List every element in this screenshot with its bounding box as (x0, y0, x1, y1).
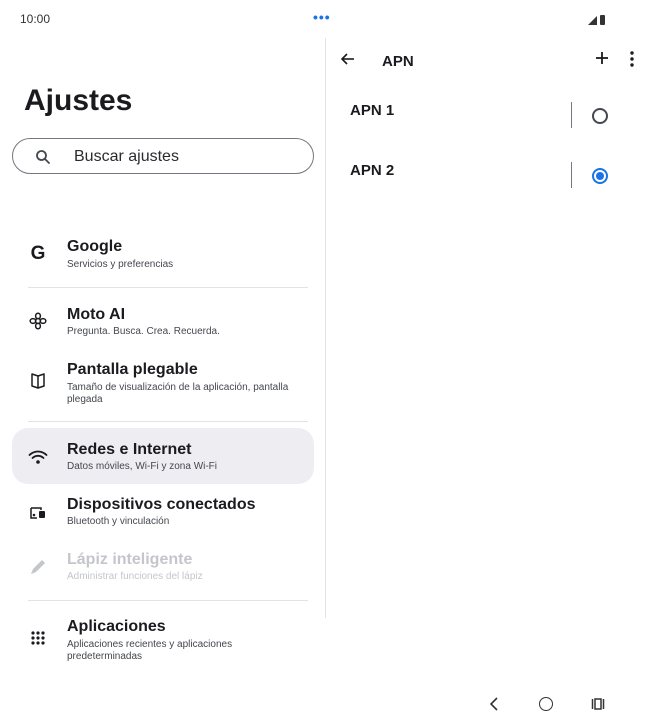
back-arrow-icon[interactable] (340, 51, 356, 67)
apn-name: APN 1 (350, 102, 395, 119)
status-time: 10:00 (20, 12, 51, 26)
search-placeholder: Buscar ajustes (74, 148, 179, 165)
multitask-dots[interactable]: ••• (313, 9, 331, 25)
settings-item-google[interactable]: G Google Servicios y preferencias (12, 232, 314, 278)
settings-item-title: Moto AI (67, 306, 126, 323)
navigation-bar (0, 684, 652, 726)
divider (28, 600, 308, 601)
nav-back-icon[interactable] (487, 696, 501, 712)
settings-item-moto-ai[interactable]: Moto AI Pregunta. Busca. Crea. Recuerda. (12, 300, 314, 346)
add-icon[interactable] (594, 50, 610, 66)
search-input[interactable]: Buscar ajustes (12, 138, 314, 174)
settings-item-network[interactable]: Redes e Internet Datos móviles, Wi-Fi y … (12, 428, 314, 484)
status-bar: 10:00 ••• (0, 0, 652, 38)
settings-item-subtitle: Datos móviles, Wi-Fi y zona Wi-Fi (67, 461, 218, 472)
settings-item-title: Lápiz inteligente (67, 551, 193, 568)
settings-item-apps[interactable]: Aplicaciones Aplicaciones recientes y ap… (12, 612, 314, 668)
apn-list-item[interactable]: APN 1 (326, 96, 652, 152)
page-title: Ajustes (24, 84, 133, 117)
settings-item-title: Aplicaciones (67, 618, 166, 635)
settings-item-title: Pantalla plegable (67, 361, 198, 378)
apn-name: APN 2 (350, 162, 395, 179)
settings-item-title: Dispositivos conectados (67, 496, 256, 513)
settings-item-title: Google (67, 238, 123, 255)
separator (571, 162, 572, 188)
pen-icon (26, 555, 50, 579)
apn-header: APN (326, 38, 652, 88)
settings-item-title: Redes e Internet (67, 441, 192, 458)
signal-battery-icon (588, 13, 608, 25)
settings-item-foldable-display[interactable]: Pantalla plegable Tamaño de visualizació… (12, 355, 314, 415)
google-icon: G (30, 243, 46, 264)
moto-ai-icon (26, 309, 50, 333)
apn-radio-selected[interactable] (592, 168, 608, 184)
settings-item-subtitle: Aplicaciones recientes y aplicaciones pr… (67, 639, 233, 662)
wifi-icon (26, 445, 50, 469)
divider (28, 287, 308, 288)
apps-grid-icon (26, 626, 50, 650)
nav-home-icon[interactable] (539, 697, 553, 711)
settings-item-connected-devices[interactable]: Dispositivos conectados Bluetooth y vinc… (12, 490, 314, 536)
apn-list-item[interactable]: APN 2 (326, 156, 652, 212)
apn-title: APN (382, 53, 414, 70)
settings-item-subtitle: Administrar funciones del lápiz (67, 571, 203, 582)
separator (571, 102, 572, 128)
nav-recents-icon[interactable] (591, 697, 605, 711)
settings-item-subtitle: Servicios y preferencias (67, 259, 174, 270)
more-options-icon[interactable] (629, 50, 635, 68)
settings-item-subtitle: Pregunta. Busca. Crea. Recuerda. (67, 326, 220, 337)
settings-item-smart-pen: Lápiz inteligente Administrar funciones … (12, 545, 314, 591)
search-icon (35, 149, 51, 165)
settings-item-subtitle: Bluetooth y vinculación (67, 516, 170, 527)
foldable-display-icon (26, 369, 50, 393)
divider (28, 421, 308, 422)
apn-radio[interactable] (592, 108, 608, 124)
settings-item-subtitle: Tamaño de visualización de la aplicación… (67, 382, 289, 405)
connected-devices-icon (26, 501, 50, 525)
